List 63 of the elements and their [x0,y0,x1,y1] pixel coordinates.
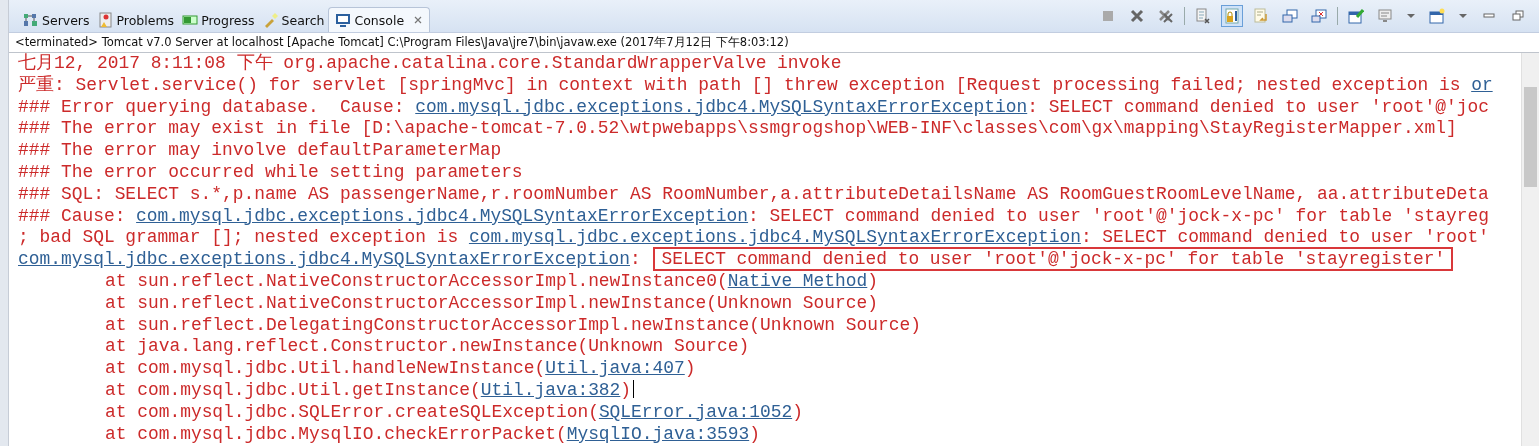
console-text: at java.lang.reflect.Constructor.newInstance(Unknown Source) [105,336,750,359]
pin-window-icon [1348,8,1364,24]
stack-trace-link[interactable]: Util.java:407 [545,358,685,380]
console-text: ) [684,358,696,380]
toolbar-button[interactable] [1221,5,1243,27]
monitor-icon [1377,8,1393,24]
highlighted-error-text: SELECT command denied to user 'root'@'jock-x-pc' for table 'stayregister' [653,247,1454,272]
console-text: : [629,249,642,270]
stack-trace-link[interactable]: Native Method [727,270,868,293]
restore-icon [1510,8,1526,24]
console-text: ### The error may exist in file [D:\apache-tomcat-7.0.52\wtpwebapps\ssmgrogshop\WEB-INF\classes\com\gx\mapping\StayRegisterMapper.xml] [18,118,1457,139]
tab[interactable]: Console [328,7,431,32]
console-text: 严重: Servlet.service() for servlet [springMvc] in context with path [] threw exception [Request processing failed; nested exception is [18,74,1462,95]
scrollbar[interactable] [1521,53,1539,446]
stack-trace-link[interactable]: SQLError.java:1052 [598,401,793,424]
console-process-label: <terminated> Tomcat v7.0 Server at localhost [Apache Tomcat] C:\Program Files\Java\jre7\bin\javaw.exe (2017年7月12日 下午8:03:12) [9,33,1539,53]
stack-trace-link[interactable]: or [1471,74,1493,95]
warning-document-icon [97,12,114,28]
new-window-icon [1429,8,1445,24]
wrap-document-icon [1253,8,1269,24]
stack-trace-link[interactable]: com.mysql.jdbc.exceptions.jdbc4.MySQLSyntaxErrorException [468,227,1081,248]
console-text: ### Cause: [18,205,127,226]
stack-trace-link[interactable]: com.mysql.jdbc.exceptions.jdbc4.MySQLSyntaxErrorException [18,249,630,270]
console-text: ) [620,379,632,402]
tab[interactable]: Servers [19,8,94,32]
console-text: at sun.reflect.NativeConstructorAccessorImpl.newInstance(Unknown Source) [105,292,878,315]
stack-trace-link[interactable]: Util.java:382 [480,379,621,402]
progress-bar-icon [182,12,199,28]
console-text: ### SQL: SELECT s.*,p.name AS passengerName,r.roomNumber AS RoomNumber,a.attributeDetailsName AS RoomGuestRoomLevelName, aa.attributeDeta [18,183,1489,204]
chat-bubble-error-icon [1311,8,1327,24]
console-text: ### The error occurred while setting parameters [18,162,523,182]
console-text: ### Error querying database. Cause: [18,96,406,117]
monitor-icon [335,12,352,28]
stack-trace-link[interactable]: com.mysql.jdbc.exceptions.jdbc4.MySQLSyntaxErrorException [136,205,749,226]
console-text: at com.mysql.jdbc.Util.getInstance( [105,379,481,402]
console-text: : SELECT command denied to user 'root'@'joc [1027,96,1489,117]
close-icon[interactable] [413,15,424,25]
server-tree-icon [23,12,39,28]
tab[interactable]: Problems [93,8,179,32]
console-text: at sun.reflect.DelegatingConstructorAccessorImpl.newInstance(Unknown Source) [105,314,921,337]
console-text: 七月12, 2017 8:11:08 下午 org.apache.catalina.core.StandardWrapperValve invoke [18,53,842,73]
console-text: at com.mysql.jdbc.MysqlIO.checkErrorPacket( [105,423,567,446]
stack-trace-link[interactable]: com.mysql.jdbc.exceptions.jdbc4.MySQLSyntaxErrorException [415,96,1028,117]
close-icon [1129,8,1145,24]
console-text: at com.mysql.jdbc.SQLError.createSQLException( [105,401,599,424]
double-x-icon [1158,8,1174,24]
stack-trace-link[interactable]: MysqlIO.java:3593 [566,423,750,446]
scrollbar-thumb[interactable] [1524,87,1537,187]
console-text: ### The error may involve defaultParameterMap [18,140,502,161]
lock-document-icon [1224,8,1240,24]
console-text: : SELECT command denied to user 'root' [1080,227,1489,248]
tab[interactable]: Progress [178,8,259,32]
console-text: at sun.reflect.NativeConstructorAccessorImpl.newInstance0( [105,270,728,293]
console-text: ) [867,270,879,293]
tab[interactable]: Search [258,8,329,32]
document-clear-icon [1195,8,1211,24]
console-text: ) [792,401,803,424]
console-text: ; bad SQL grammar []; nested exception is [18,227,460,248]
chat-bubble-icon [1282,8,1298,24]
stop-icon [1100,8,1116,24]
console-text: : SELECT command denied to user 'root'@'jock-x-pc' for table 'stayreg [748,205,1489,226]
console-text: at com.mysql.jdbc.Util.handleNewInstance( [105,358,546,380]
console-text: ) [749,423,760,446]
